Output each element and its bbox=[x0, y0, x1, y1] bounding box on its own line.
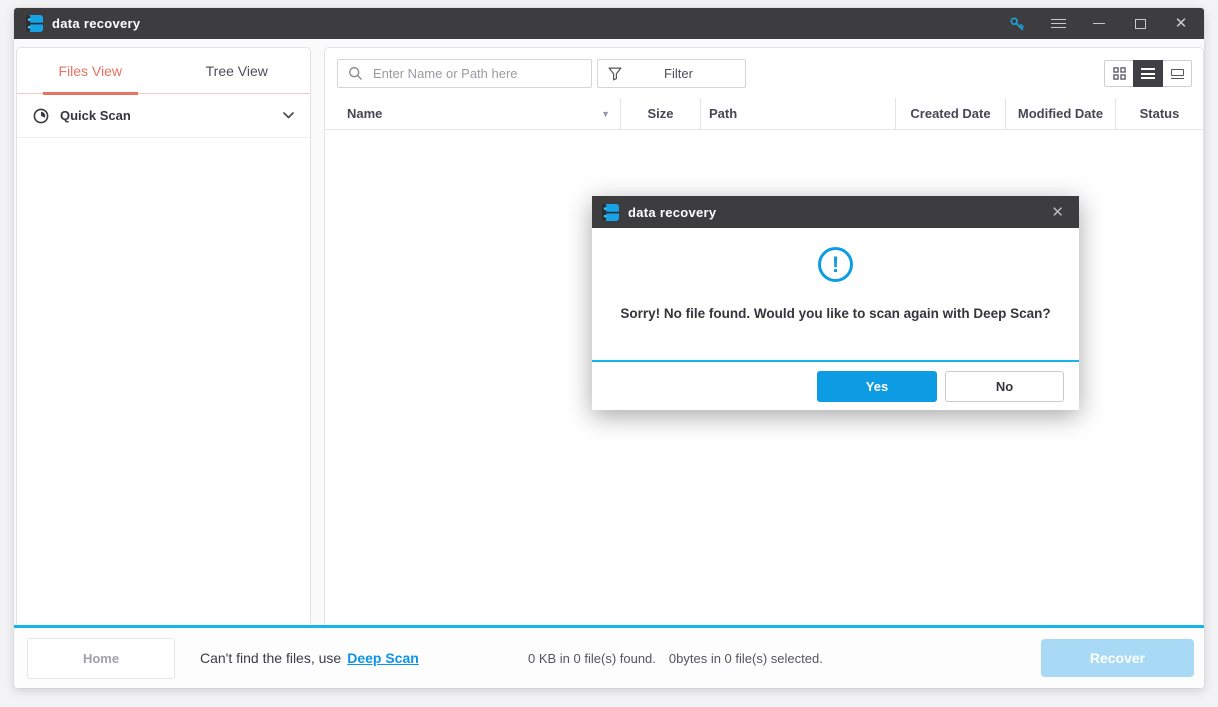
quick-scan-icon bbox=[33, 108, 49, 123]
close-button[interactable]: ✕ bbox=[1172, 15, 1190, 33]
dialog-titlebar: data recovery ✕ bbox=[592, 196, 1079, 228]
chevron-down-icon bbox=[283, 112, 294, 119]
maximize-icon bbox=[1134, 18, 1146, 29]
dialog-title: data recovery bbox=[628, 204, 717, 220]
sidebar: Files View Tree View Quick Scan bbox=[16, 47, 311, 625]
column-label: Size bbox=[647, 106, 674, 121]
minimize-button[interactable] bbox=[1090, 15, 1108, 33]
filter-button[interactable]: Filter bbox=[597, 59, 746, 88]
list-view-icon bbox=[1141, 68, 1155, 79]
status-bar: Home Can't find the files, use Deep Scan… bbox=[14, 625, 1204, 688]
register-key-icon[interactable] bbox=[1008, 15, 1026, 33]
column-header-created-date[interactable]: Created Date bbox=[896, 98, 1006, 129]
sort-arrow-icon[interactable]: ▼ bbox=[601, 109, 610, 119]
list-view-button[interactable] bbox=[1133, 60, 1163, 87]
warning-icon: ! bbox=[818, 247, 853, 282]
tab-tree-view[interactable]: Tree View bbox=[164, 48, 311, 93]
column-label: Name bbox=[347, 106, 383, 121]
app-logo-icon bbox=[26, 15, 43, 32]
sidebar-tabs: Files View Tree View bbox=[17, 48, 311, 95]
selected-count: 0bytes in 0 file(s) selected. bbox=[668, 650, 823, 666]
dialog-footer: Yes No bbox=[592, 362, 1079, 410]
maximize-button[interactable] bbox=[1131, 15, 1149, 33]
hint-text: Can't find the files, use bbox=[200, 650, 342, 666]
no-file-found-dialog: data recovery ✕ ! Sorry! No file found. … bbox=[592, 196, 1079, 410]
toolbar: Filter bbox=[325, 48, 1203, 98]
column-label: Created Date bbox=[910, 106, 991, 121]
no-button[interactable]: No bbox=[945, 370, 1064, 402]
menu-icon[interactable] bbox=[1049, 15, 1067, 33]
preview-view-button[interactable] bbox=[1162, 60, 1192, 87]
titlebar: data recovery ✕ bbox=[14, 8, 1204, 39]
column-label: Path bbox=[709, 106, 738, 121]
column-header-size[interactable]: Size bbox=[621, 98, 701, 129]
grid-view-button[interactable] bbox=[1104, 60, 1134, 87]
app-window: data recovery ✕ Files View Tree View Qui… bbox=[14, 8, 1204, 688]
grid-view-icon bbox=[1112, 67, 1126, 80]
view-toggle-group bbox=[1104, 60, 1192, 87]
search-box bbox=[337, 59, 592, 88]
column-header-name[interactable]: Name ▼ bbox=[325, 98, 621, 129]
search-input[interactable] bbox=[373, 66, 583, 81]
column-header-status[interactable]: Status bbox=[1116, 98, 1203, 129]
tab-files-view[interactable]: Files View bbox=[17, 48, 164, 95]
dialog-message: Sorry! No file found. Would you like to … bbox=[620, 306, 1051, 321]
close-icon: ✕ bbox=[1174, 15, 1188, 32]
deep-scan-link[interactable]: Deep Scan bbox=[347, 650, 419, 666]
app-title: data recovery bbox=[52, 16, 141, 31]
filter-label: Filter bbox=[664, 66, 693, 81]
recover-button[interactable]: Recover bbox=[1041, 639, 1194, 677]
preview-view-icon bbox=[1170, 68, 1184, 79]
home-button[interactable]: Home bbox=[27, 638, 175, 679]
quick-scan-label: Quick Scan bbox=[60, 108, 131, 123]
sidebar-item-quick-scan[interactable]: Quick Scan bbox=[17, 94, 310, 138]
column-header-path[interactable]: Path bbox=[701, 98, 896, 129]
column-label: Modified Date bbox=[1017, 106, 1104, 121]
column-label: Status bbox=[1139, 106, 1180, 121]
table-header: Name ▼ Size Path Created Date Modified D… bbox=[325, 98, 1203, 130]
dialog-close-icon[interactable]: ✕ bbox=[1048, 203, 1067, 222]
deep-scan-hint: Can't find the files, use Deep Scan bbox=[200, 628, 419, 688]
dialog-body: ! Sorry! No file found. Would you like t… bbox=[592, 228, 1079, 360]
found-count: 0 KB in 0 file(s) found. bbox=[528, 650, 656, 666]
yes-button[interactable]: Yes bbox=[817, 370, 937, 402]
search-icon bbox=[349, 67, 362, 80]
file-counts: 0 KB in 0 file(s) found. 0bytes in 0 fil… bbox=[528, 628, 823, 688]
column-header-modified-date[interactable]: Modified Date bbox=[1006, 98, 1116, 129]
minimize-icon bbox=[1093, 23, 1105, 24]
filter-funnel-icon bbox=[608, 67, 622, 80]
app-logo-icon bbox=[602, 203, 619, 221]
